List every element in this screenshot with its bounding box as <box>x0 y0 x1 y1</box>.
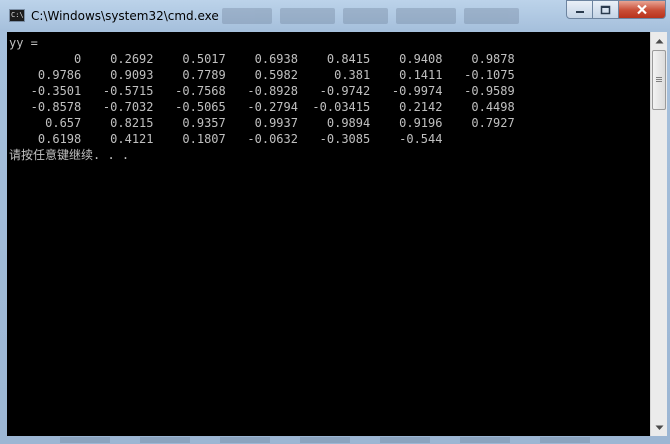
scroll-up-button[interactable] <box>651 32 667 49</box>
maximize-icon <box>600 5 611 14</box>
console-line: yy = <box>9 36 38 50</box>
scroll-down-arrow-icon <box>655 425 663 430</box>
background-taskbar-reflection <box>222 8 562 26</box>
minimize-button[interactable] <box>566 0 593 19</box>
scroll-thumb[interactable] <box>652 50 666 110</box>
window-controls <box>566 0 666 19</box>
window-title: C:\Windows\system32\cmd.exe <box>31 9 219 23</box>
console-line: -0.3501 -0.5715 -0.7568 -0.8928 -0.9742 … <box>9 84 515 98</box>
minimize-icon <box>575 10 584 13</box>
thumb-grip-line <box>656 77 662 78</box>
close-button[interactable] <box>619 0 666 19</box>
console-line: 0.657 0.8215 0.9357 0.9937 0.9894 0.9196… <box>9 116 515 130</box>
thumb-grip-line <box>656 81 662 82</box>
console-line: -0.8578 -0.7032 -0.5065 -0.2794 -0.03415… <box>9 100 515 114</box>
scroll-up-arrow-icon <box>655 38 663 43</box>
cmd-window: C:\ C:\Windows\system32\cmd.exe yy = 0 0… <box>0 0 670 444</box>
thumb-grip-line <box>656 79 662 80</box>
maximize-button[interactable] <box>593 0 619 19</box>
console-line: 0 0.2692 0.5017 0.6938 0.8415 0.9408 0.9… <box>9 52 515 66</box>
console-prompt-line: 请按任意键继续. . . <box>9 148 130 162</box>
title-bar[interactable]: C:\ C:\Windows\system32\cmd.exe <box>0 0 670 32</box>
close-icon <box>637 4 647 15</box>
background-taskbar-reflection-bottom <box>60 437 620 443</box>
scroll-down-button[interactable] <box>651 419 667 436</box>
console-line: 0.6198 0.4121 0.1807 -0.0632 -0.3085 -0.… <box>9 132 443 146</box>
vertical-scrollbar[interactable] <box>650 32 667 436</box>
console-line: 0.9786 0.9093 0.7789 0.5982 0.381 0.1411… <box>9 68 515 82</box>
cmd-app-icon: C:\ <box>9 9 25 22</box>
console-output[interactable]: yy = 0 0.2692 0.5017 0.6938 0.8415 0.940… <box>7 32 650 436</box>
